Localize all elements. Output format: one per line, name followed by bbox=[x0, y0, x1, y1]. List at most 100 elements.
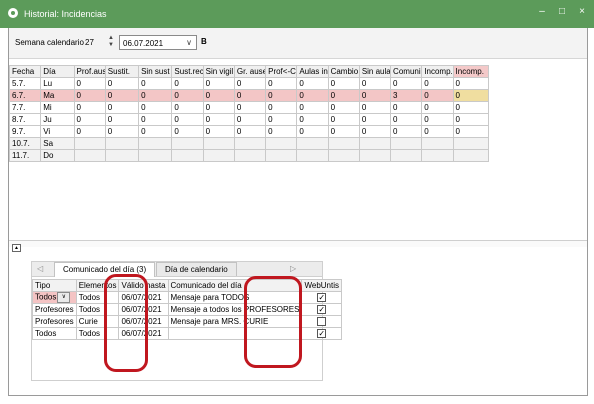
grid-row[interactable]: 10.7. Sa bbox=[8, 137, 490, 150]
grid-col-header[interactable]: Aulas in bbox=[296, 65, 329, 78]
value-cell: 0 bbox=[390, 101, 423, 114]
value-cell: 0 bbox=[421, 125, 454, 138]
grid-col-header[interactable]: Sin aula bbox=[358, 65, 392, 78]
value-cell bbox=[171, 137, 204, 150]
value-cell: 0 bbox=[73, 113, 106, 126]
valido-cell: 06/07/2021 bbox=[118, 315, 169, 328]
message-row[interactable]: Profesores Todos 06/07/2021 Mensaje a to… bbox=[32, 303, 342, 316]
value-cell bbox=[202, 149, 235, 162]
tab-bar: ◁ Comunicado del día (3) Día de calendar… bbox=[32, 262, 322, 277]
comunicado-cell: Mensaje a todos los PROFESORES bbox=[167, 303, 303, 316]
value-cell: 0 bbox=[171, 89, 204, 102]
grid-col-header[interactable]: Prof.aus bbox=[73, 65, 106, 78]
grid-col-header[interactable]: Día bbox=[40, 65, 75, 78]
checkbox-icon[interactable]: ✓ bbox=[317, 304, 327, 314]
value-cell bbox=[452, 137, 490, 150]
value-cell: 0 bbox=[202, 101, 235, 114]
value-cell bbox=[138, 137, 173, 150]
comunicado-cell: Mensaje para TODOS bbox=[167, 291, 303, 304]
valido-cell: 06/07/2021 bbox=[118, 291, 169, 304]
value-cell: 0 bbox=[358, 125, 392, 138]
week-number: 27 bbox=[85, 38, 94, 47]
webuntis-cell: ✓ bbox=[301, 303, 342, 316]
grid-col-header[interactable]: Sustit. bbox=[104, 65, 140, 78]
value-cell bbox=[358, 149, 392, 162]
checkbox-icon[interactable] bbox=[317, 316, 327, 326]
grid-col-header[interactable]: Sust.rec bbox=[171, 65, 204, 78]
checkbox-icon[interactable]: ✓ bbox=[317, 292, 327, 302]
day-cell: Ju bbox=[40, 113, 75, 126]
tab-scroll-right-icon[interactable]: ▷ bbox=[290, 264, 296, 273]
date-cell: 10.7. bbox=[8, 137, 42, 150]
col-webuntis[interactable]: WebUntis bbox=[301, 279, 342, 292]
grid-col-header[interactable]: Sin vigil bbox=[202, 65, 235, 78]
col-elementos[interactable]: Elementos bbox=[75, 279, 120, 292]
tab-dia-calendario[interactable]: Día de calendario bbox=[156, 262, 237, 276]
grid-row[interactable]: 5.7. Lu 0 0 0 0 0 0 0 0 0 0 0 0 0 bbox=[8, 77, 490, 90]
grid-row[interactable]: 9.7. Vi 0 0 0 0 0 0 0 0 0 0 0 0 0 bbox=[8, 125, 490, 138]
value-cell bbox=[202, 137, 235, 150]
value-cell: 0 bbox=[452, 125, 490, 138]
grid-col-header[interactable]: Fecha bbox=[8, 65, 42, 78]
value-cell: 0 bbox=[296, 89, 329, 102]
window-title: Historial: Incidencias bbox=[24, 9, 107, 19]
grid-col-header[interactable]: Incomp. bbox=[452, 65, 490, 78]
value-cell: 0 bbox=[104, 77, 140, 90]
date-picker[interactable]: 06.07.2021 ∨ bbox=[119, 35, 197, 50]
maximize-button[interactable]: □ bbox=[552, 5, 572, 19]
grid-col-header[interactable]: Sin sust bbox=[138, 65, 173, 78]
webuntis-cell: ✓ bbox=[301, 327, 342, 340]
value-cell bbox=[327, 137, 360, 150]
value-cell bbox=[171, 149, 204, 162]
tipo-cell: Profesores bbox=[32, 303, 77, 316]
value-cell bbox=[358, 137, 392, 150]
value-cell bbox=[265, 137, 298, 150]
splitter[interactable] bbox=[9, 240, 587, 247]
tab-comunicado[interactable]: Comunicado del día (3) bbox=[54, 262, 156, 277]
value-cell: 0 bbox=[138, 89, 173, 102]
grid-col-header[interactable]: Comuni bbox=[390, 65, 423, 78]
tab-scroll-left-icon[interactable]: ◁ bbox=[37, 264, 43, 273]
grid-row[interactable]: 7.7. Mi 0 0 0 0 0 0 0 0 0 0 0 0 0 bbox=[8, 101, 490, 114]
grid-col-header[interactable]: Prof<-C bbox=[265, 65, 298, 78]
value-cell: 0 bbox=[73, 77, 106, 90]
collapse-up-icon[interactable]: ▲ bbox=[12, 244, 21, 252]
value-cell: 0 bbox=[265, 125, 298, 138]
message-row[interactable]: Todos Todos 06/07/2021 ✓ bbox=[32, 327, 342, 340]
value-cell: 0 bbox=[327, 89, 360, 102]
grid-col-header[interactable]: Cambio bbox=[327, 65, 360, 78]
value-cell: 0 bbox=[421, 89, 454, 102]
comunicado-cell: Mensaje para MRS. CURIE bbox=[167, 315, 303, 328]
close-button[interactable]: × bbox=[572, 5, 592, 19]
value-cell: 0 bbox=[358, 89, 392, 102]
spin-updown-icon[interactable]: ▲ ▼ bbox=[107, 35, 115, 51]
date-cell: 9.7. bbox=[8, 125, 42, 138]
webuntis-cell bbox=[301, 315, 342, 328]
message-row[interactable]: Todos ∨ Todos 06/07/2021 Mensaje para TOD… bbox=[32, 291, 342, 304]
value-cell: 0 bbox=[358, 101, 392, 114]
tipo-cell[interactable]: Todos ∨ bbox=[32, 291, 77, 304]
day-cell: Do bbox=[40, 149, 75, 162]
message-row[interactable]: Profesores Curie 06/07/2021 Mensaje para… bbox=[32, 315, 342, 328]
value-cell bbox=[233, 149, 267, 162]
minimize-button[interactable]: – bbox=[532, 5, 552, 19]
col-valido[interactable]: Válido hasta bbox=[118, 279, 169, 292]
value-cell bbox=[327, 149, 360, 162]
grid-col-header[interactable]: Gr. ause bbox=[233, 65, 267, 78]
chevron-down-icon[interactable]: ∨ bbox=[57, 292, 71, 303]
value-cell bbox=[233, 137, 267, 150]
grid-row[interactable]: 6.7. Ma 0 0 0 0 0 0 0 0 0 0 3 0 0 bbox=[8, 89, 490, 102]
chevron-down-icon[interactable]: ∨ bbox=[186, 38, 192, 47]
col-comunicado[interactable]: Comunicado del día bbox=[167, 279, 303, 292]
value-cell bbox=[390, 137, 423, 150]
grid-row[interactable]: 8.7. Ju 0 0 0 0 0 0 0 0 0 0 0 0 0 bbox=[8, 113, 490, 126]
value-cell: 0 bbox=[421, 77, 454, 90]
grid-row[interactable]: 11.7. Do bbox=[8, 149, 490, 162]
checkbox-icon[interactable]: ✓ bbox=[317, 328, 327, 338]
value-cell: 0 bbox=[452, 113, 490, 126]
value-cell: 0 bbox=[390, 113, 423, 126]
col-tipo[interactable]: Tipo bbox=[32, 279, 77, 292]
value-cell: 0 bbox=[452, 101, 490, 114]
b-label: B bbox=[201, 37, 207, 46]
grid-col-header[interactable]: Incomp. bbox=[421, 65, 454, 78]
